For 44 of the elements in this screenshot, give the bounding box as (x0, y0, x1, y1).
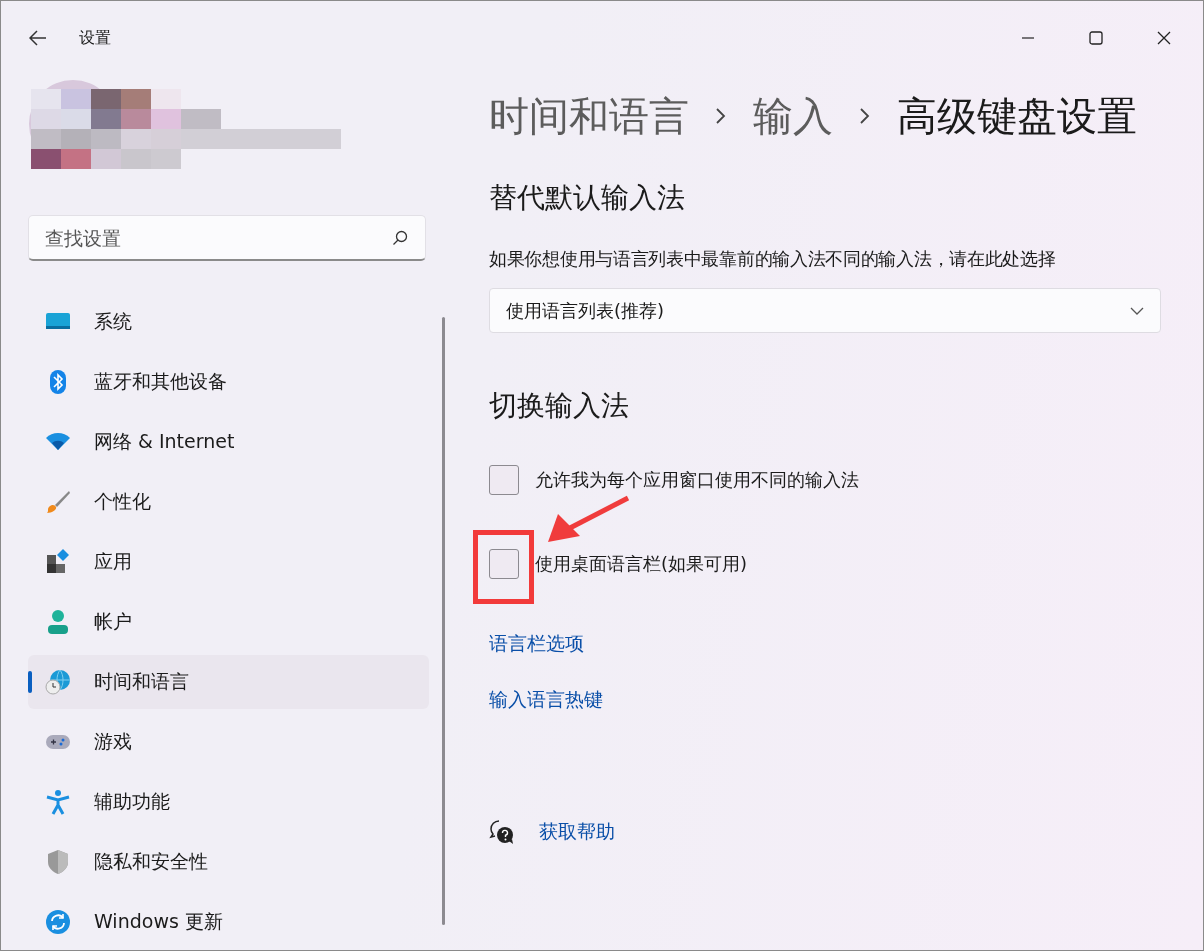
shield-icon (45, 849, 71, 875)
link[interactable]: 输入语言热键 (489, 687, 603, 713)
chevron-icon (859, 107, 871, 125)
scrollbar[interactable] (442, 317, 445, 925)
chevron-icon (715, 107, 727, 125)
description-text: 如果你想使用与语言列表中最靠前的输入法不同的输入法，请在此处选择 (489, 247, 1057, 271)
back-icon[interactable] (29, 30, 47, 46)
person-icon (45, 609, 71, 635)
sidebar-item[interactable]: 时间和语言 (28, 655, 429, 709)
sidebar-item[interactable]: 个性化 (28, 475, 429, 529)
window-title: 设置 (79, 27, 111, 49)
dropdown[interactable]: 使用语言列表(推荐) (489, 288, 1161, 333)
sidebar-item[interactable]: 蓝牙和其他设备 (28, 355, 429, 409)
sidebar-item[interactable]: 系统 (28, 295, 429, 349)
section-heading: 替代默认输入法 (489, 180, 686, 216)
close-icon[interactable] (1157, 31, 1171, 45)
sidebar-item[interactable]: 帐户 (28, 595, 429, 649)
sidebar-item[interactable]: 网络 & Internet (28, 415, 429, 469)
globe-clock-icon (45, 669, 71, 695)
sidebar-item[interactable]: 辅助功能 (28, 775, 429, 829)
selection-indicator (28, 671, 32, 693)
page-title: 高级键盘设置 (897, 91, 1137, 141)
apps-icon (45, 549, 71, 575)
help-link[interactable]: 获取帮助 (539, 819, 615, 845)
section-heading: 切换输入法 (489, 388, 630, 424)
checkbox[interactable] (489, 465, 519, 495)
link[interactable]: 语言栏选项 (489, 631, 584, 657)
update-icon (45, 909, 71, 935)
search-icon[interactable] (392, 230, 408, 246)
search-field[interactable]: 查找设置 (28, 215, 426, 261)
brush-icon (45, 489, 71, 515)
chevron-down-icon (1130, 306, 1144, 315)
checkbox-label: 允许我为每个应用窗口使用不同的输入法 (535, 468, 859, 492)
sidebar-item[interactable]: 隐私和安全性 (28, 835, 429, 889)
accessibility-icon (45, 789, 71, 815)
maximize-icon[interactable] (1089, 31, 1103, 45)
sidebar-item[interactable]: 游戏 (28, 715, 429, 769)
checkbox[interactable] (489, 549, 519, 579)
breadcrumb-link[interactable]: 输入 (753, 88, 833, 144)
sidebar-item[interactable]: 应用 (28, 535, 429, 589)
help-icon (489, 819, 515, 845)
checkbox-label: 使用桌面语言栏(如果可用) (535, 552, 748, 576)
breadcrumb-link[interactable]: 时间和语言 (489, 88, 689, 144)
sidebar-item[interactable]: Windows 更新 (28, 895, 429, 949)
